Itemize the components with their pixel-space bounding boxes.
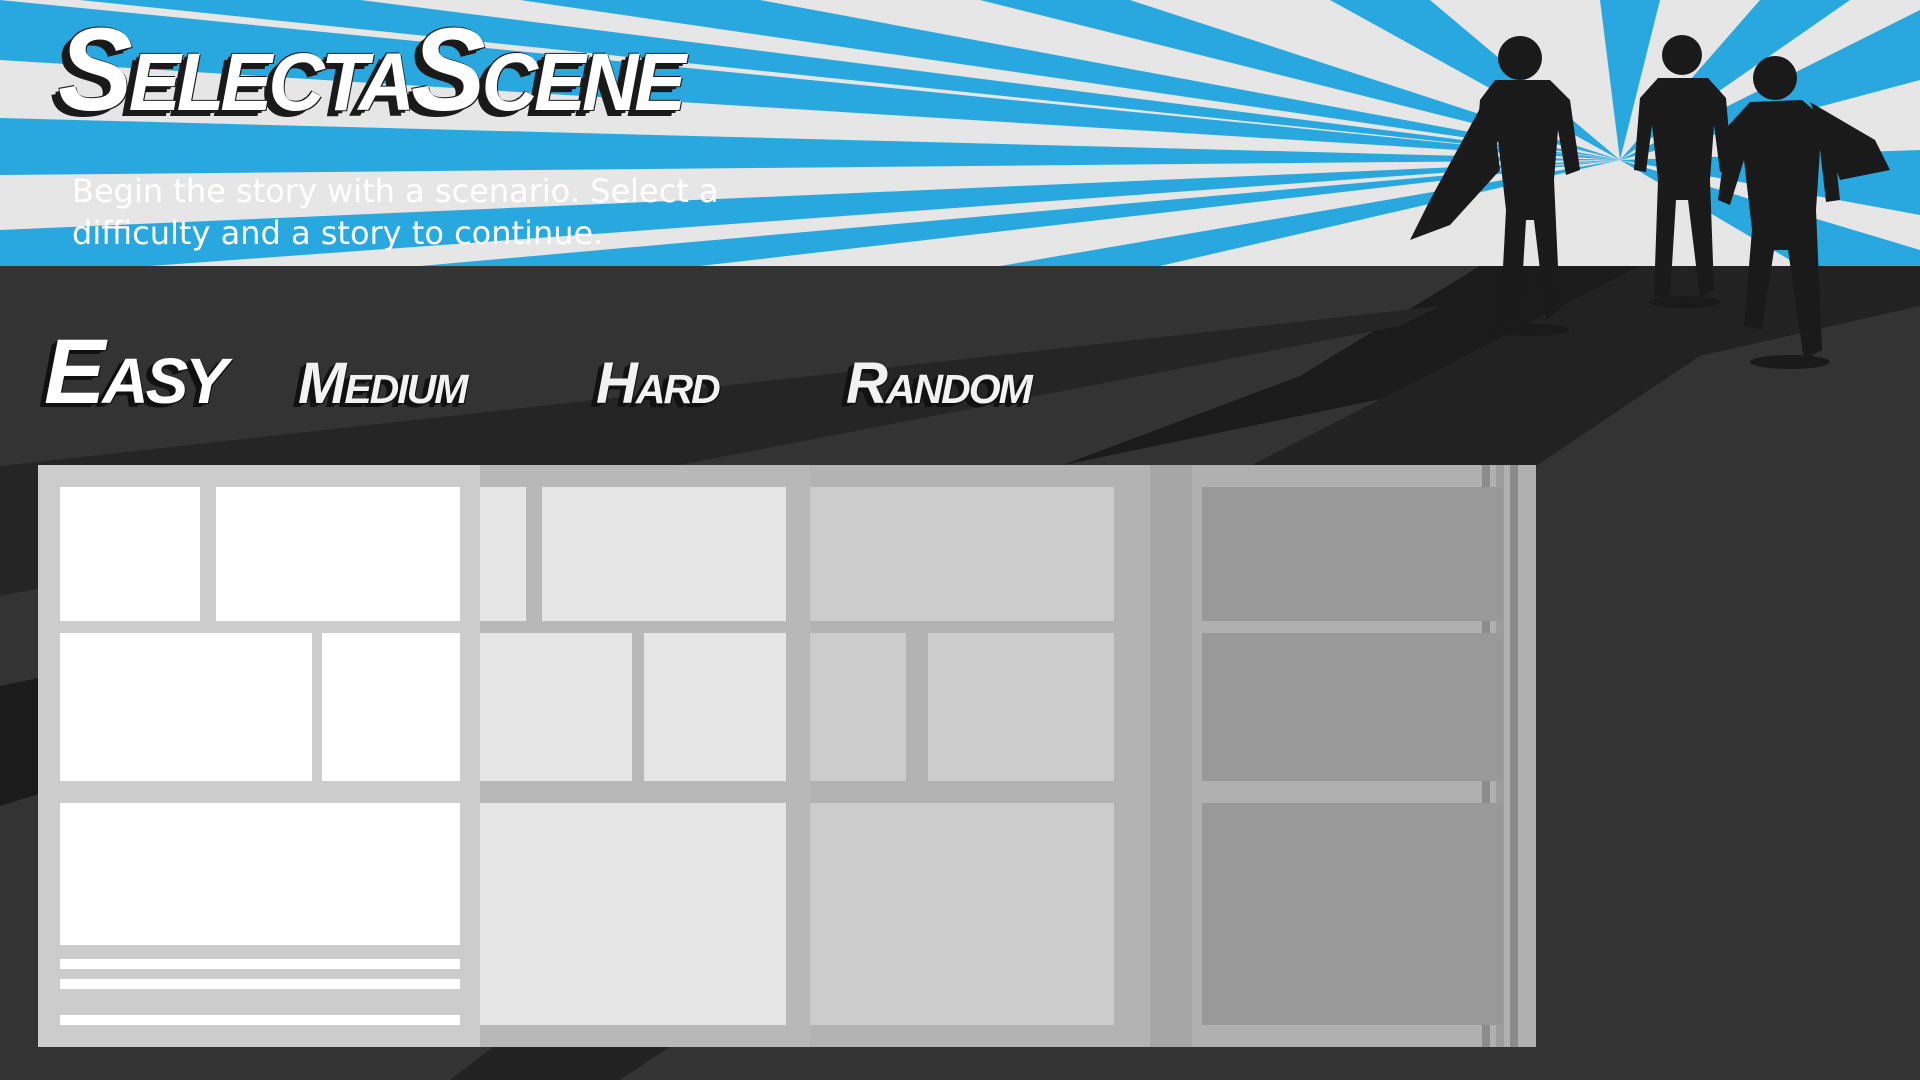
- scene-card-2[interactable]: [480, 465, 810, 1047]
- comic-panel: [1202, 803, 1502, 1025]
- comic-panel: [480, 487, 526, 621]
- hero-silhouettes: [1410, 35, 1890, 369]
- tab-easy[interactable]: Easy: [44, 320, 228, 425]
- card-edge: [1150, 465, 1192, 1047]
- comic-panel: [480, 803, 786, 1025]
- comic-panel: [644, 633, 786, 781]
- comic-panel: [1202, 487, 1502, 621]
- comic-panel: [1202, 633, 1502, 781]
- tab-medium[interactable]: Medium: [298, 350, 468, 417]
- scene-card-3[interactable]: [810, 465, 1192, 1047]
- scene-carousel: [38, 465, 1536, 1047]
- comic-panel: [542, 487, 786, 621]
- comic-panel: [60, 803, 460, 945]
- comic-panel: [216, 487, 460, 621]
- text-line: [60, 959, 460, 969]
- comic-panel: [810, 487, 1114, 621]
- scene-card-1[interactable]: [38, 465, 480, 1047]
- comic-panel: [810, 633, 906, 781]
- comic-panel: [480, 633, 632, 781]
- card-edge: [1510, 465, 1518, 1047]
- comic-panel: [60, 487, 200, 621]
- comic-panel: [60, 633, 312, 781]
- comic-panel: [810, 803, 1114, 1025]
- page-subtitle: Begin the story with a scenario. Select …: [72, 172, 719, 252]
- comic-panel: [322, 633, 460, 781]
- tab-hard[interactable]: Hard: [596, 350, 721, 417]
- page-title: SelectaScene: [58, 3, 686, 136]
- text-line: [60, 1015, 460, 1025]
- text-line: [60, 979, 460, 989]
- tab-random[interactable]: Random: [846, 350, 1033, 417]
- scene-card-4[interactable]: [1152, 465, 1536, 1047]
- comic-panel: [928, 633, 1114, 781]
